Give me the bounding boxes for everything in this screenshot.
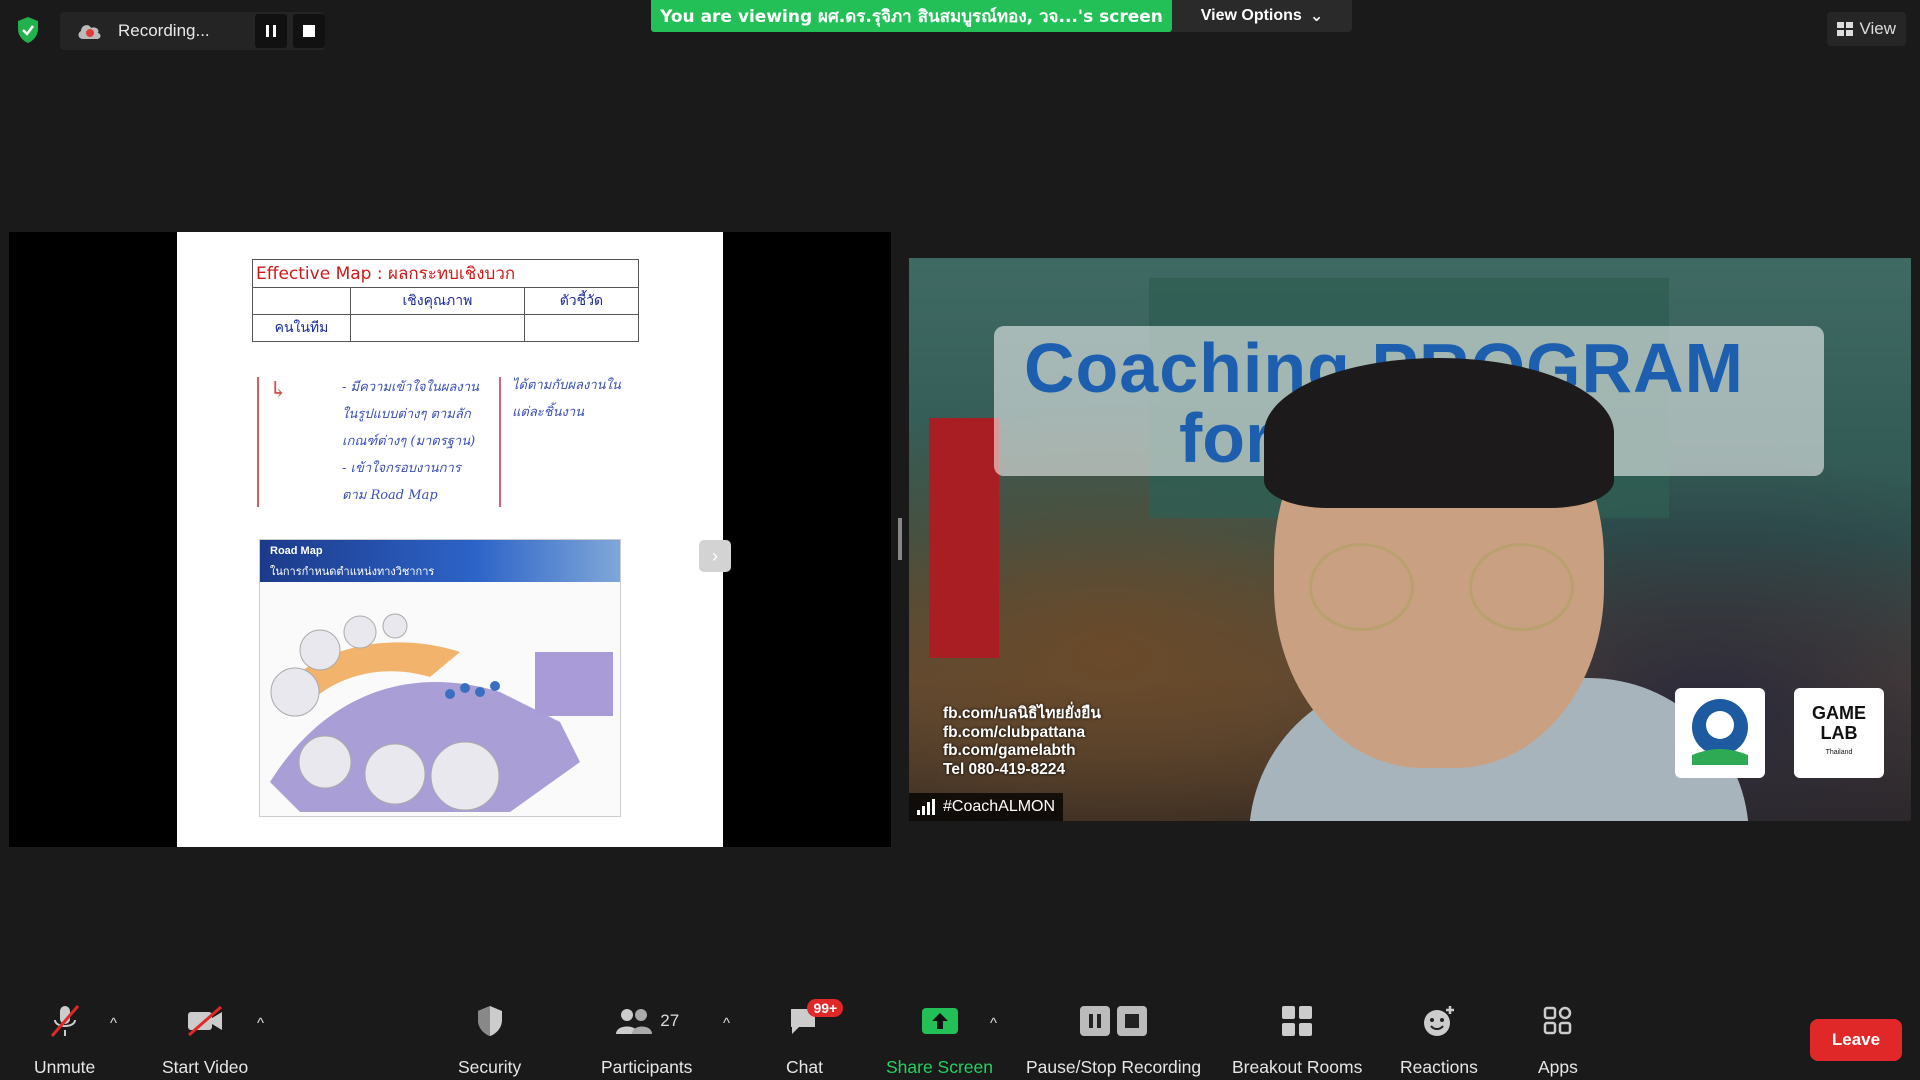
participants-count: 27 [660, 1011, 680, 1030]
share-options-caret[interactable]: ^ [990, 1015, 997, 1032]
handwritten-note-right: ได้ตามกับผลงานใน แต่ละชิ้นงาน [512, 378, 621, 420]
handwritten-note-left: - มีความเข้าใจในผลงาน ในรูปแบบต่างๆ ตามล… [342, 380, 479, 503]
participant-name-tag: #CoachALMON [909, 793, 1064, 821]
participant-name: #CoachALMON [943, 798, 1056, 815]
reactions-button[interactable]: Reactions [1400, 1001, 1478, 1078]
view-options-button[interactable]: View Options ⌄ [1172, 0, 1352, 32]
col-quality: เชิงคุณภาพ [350, 287, 525, 315]
roadmap-diagram: Road Map ในการกำหนดตำแหน่งทางวิชาการ [259, 539, 621, 817]
breakout-rooms-button[interactable]: Breakout Rooms [1232, 1001, 1362, 1078]
stop-recording-button[interactable] [293, 14, 325, 48]
participants-icon: 27 [614, 1001, 679, 1041]
chevron-down-icon: ⌄ [1309, 8, 1324, 25]
chat-bubble-icon: 99+ [787, 999, 844, 1041]
glasses-right-lens [1469, 543, 1574, 631]
table-title: Effective Map : ผลกระทบเชิงบวก [252, 259, 639, 288]
security-button[interactable]: Security [458, 1001, 521, 1078]
stop-icon [303, 25, 316, 37]
roadmap-subtitle: ในการกำหนดตำแหน่งทางวิชาการ [270, 565, 435, 578]
share-screen-icon [921, 1001, 959, 1041]
recording-indicator: Recording... [60, 12, 325, 50]
view-options-label: View Options [1200, 7, 1302, 24]
margin-line [257, 377, 259, 507]
pause-stop-icon [1079, 1001, 1149, 1041]
contact-info: fb.com/บลนิธิไทยยั่งยืน fb.com/clubpatta… [943, 705, 1101, 778]
roadmap-illustration [270, 613, 613, 812]
gamelab-logo: GAME LAB Thailand [1794, 688, 1884, 778]
divider-line [499, 377, 501, 507]
pause-stop-recording-button[interactable]: Pause/Stop Recording [1026, 1001, 1201, 1078]
next-slide-button[interactable]: › [699, 540, 731, 572]
leave-meeting-button[interactable]: Leave [1810, 1019, 1902, 1061]
participants-options-caret[interactable]: ^ [723, 1015, 730, 1032]
pause-icon [266, 25, 277, 37]
arrow-mark-icon: ↳ [269, 378, 288, 403]
signal-strength-icon [917, 799, 935, 815]
share-screen-button[interactable]: Share Screen [886, 1001, 993, 1078]
apps-icon [1543, 1001, 1573, 1041]
cloud-recording-icon [76, 21, 104, 41]
smiley-plus-icon [1422, 1001, 1456, 1041]
breakout-rooms-icon [1281, 1001, 1313, 1041]
background-curtain [929, 418, 999, 658]
row-team: คนในทีม [252, 314, 351, 342]
person-hair [1264, 358, 1614, 508]
apps-button[interactable]: Apps [1538, 1001, 1578, 1078]
presentation-slide: Effective Map : ผลกระทบเชิงบวก เชิงคุณภา… [177, 232, 723, 847]
participant-video-tile[interactable]: Coaching PROGRAM for Trainer fb.com/บลนิ… [909, 258, 1911, 821]
participants-button[interactable]: 27 Participants [601, 1001, 692, 1078]
muted-microphone-icon [48, 1001, 82, 1041]
pause-recording-button[interactable] [255, 14, 288, 48]
view-label: View [1859, 19, 1896, 38]
encryption-shield-icon[interactable] [14, 15, 42, 45]
chat-unread-badge: 99+ [807, 999, 844, 1017]
start-video-button[interactable]: Start Video [162, 1001, 248, 1078]
splitter-handle[interactable] [898, 518, 902, 560]
shared-screen[interactable]: Effective Map : ผลกระทบเชิงบวก เชิงคุณภา… [9, 232, 891, 847]
viewing-screen-banner: You are viewing ผศ.ดร.รุจิภา สินสมบูรณ์ท… [651, 0, 1172, 32]
recording-status: Recording... [118, 21, 210, 40]
effective-map-table: Effective Map : ผลกระทบเชิงบวก เชิงคุณภา… [252, 259, 640, 342]
roadmap-title: Road Map [270, 545, 323, 557]
grid-view-icon [1837, 22, 1854, 36]
chat-button[interactable]: 99+ Chat [786, 999, 844, 1078]
audio-options-caret[interactable]: ^ [110, 1015, 117, 1032]
col-indicator: ตัวชี้วัด [523, 287, 640, 315]
glasses-left-lens [1309, 543, 1414, 631]
meeting-toolbar: Unmute ^ Start Video ^ Security 27 Parti… [0, 995, 1920, 1080]
view-layout-button[interactable]: View [1827, 12, 1906, 46]
shield-icon [475, 1001, 505, 1041]
unmute-button[interactable]: Unmute [34, 1001, 95, 1078]
foundation-logo [1675, 688, 1765, 778]
video-off-icon [185, 1001, 225, 1041]
video-options-caret[interactable]: ^ [257, 1015, 264, 1032]
